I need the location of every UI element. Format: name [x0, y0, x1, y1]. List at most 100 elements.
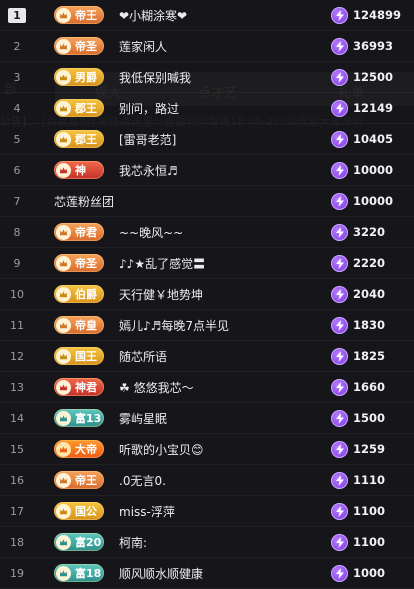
- rank-number: 18: [10, 535, 24, 549]
- badge-label: 帝圣: [75, 40, 97, 53]
- crown-emblem-icon: [56, 410, 71, 426]
- ranking-row[interactable]: 17 国公 miss-浮萍 1100: [0, 496, 414, 527]
- crown-emblem-icon: [56, 255, 71, 271]
- user-name[interactable]: [雷哥老范]: [119, 131, 176, 148]
- ranking-row[interactable]: 12 国王 随芯所语 1825: [0, 341, 414, 372]
- ranking-row[interactable]: 8 帝君 ~~晚风~~ 3220: [0, 217, 414, 248]
- ranking-row[interactable]: 4 郡王 别问，路过 12149: [0, 93, 414, 124]
- score-value: 1500: [353, 411, 386, 425]
- ranking-row[interactable]: 16 帝王 .0无言0. 1110: [0, 465, 414, 496]
- lightning-bolt-icon: [331, 285, 348, 303]
- ranking-row[interactable]: 5 郡王 [雷哥老范] 10405: [0, 124, 414, 155]
- lightning-bolt-icon: [331, 471, 348, 489]
- lightning-bolt-icon: [331, 223, 348, 241]
- noble-badge: 帝王: [54, 471, 104, 489]
- lightning-bolt-icon: [331, 564, 348, 582]
- rank-number: 4: [13, 101, 21, 115]
- user-name[interactable]: ~~晚风~~: [119, 224, 183, 241]
- rank-number: 19: [10, 566, 24, 580]
- user-name[interactable]: 嫣儿♪♬每晚7点半见: [119, 317, 229, 334]
- score-value: 1100: [353, 535, 386, 549]
- crown-emblem-icon: [56, 348, 71, 364]
- noble-badge: 帝圣: [54, 254, 104, 272]
- ranking-row[interactable]: 9 帝圣 ♪♪★乱了感觉〓 2220: [0, 248, 414, 279]
- score-value: 3220: [353, 225, 386, 239]
- score-value: 1100: [353, 504, 386, 518]
- rank-number: 6: [13, 163, 21, 177]
- noble-badge: 神君: [54, 378, 104, 396]
- ranking-row[interactable]: 1 帝王 ❤小糊涂寒❤ 124899: [0, 0, 414, 31]
- noble-badge: 富18: [54, 564, 104, 582]
- ranking-row[interactable]: 11 帝皇 嫣儿♪♬每晚7点半见 1830: [0, 310, 414, 341]
- user-name[interactable]: 听歌的小宝贝😊: [119, 441, 204, 458]
- contribution-score: 36993: [331, 37, 393, 55]
- lightning-bolt-icon: [331, 130, 348, 148]
- lightning-bolt-icon: [331, 254, 348, 272]
- lightning-bolt-icon: [331, 161, 348, 179]
- crown-emblem-icon: [56, 441, 71, 457]
- badge-label: 伯爵: [75, 288, 97, 301]
- score-value: 10000: [353, 163, 394, 177]
- ranking-row[interactable]: 3 男爵 我低保别喊我 12500: [0, 62, 414, 93]
- user-name[interactable]: 我芯永恒♬: [119, 162, 178, 179]
- ranking-row[interactable]: 2 帝圣 莲家闲人 36993: [0, 31, 414, 62]
- crown-emblem-icon: [56, 100, 71, 116]
- contribution-score: 10000: [331, 192, 393, 210]
- contribution-score: 1830: [331, 316, 386, 334]
- badge-label: 男爵: [75, 71, 97, 84]
- lightning-bolt-icon: [331, 533, 348, 551]
- noble-badge: 帝圣: [54, 37, 104, 55]
- rank-number: 12: [10, 349, 24, 363]
- badge-label: 帝王: [75, 474, 97, 487]
- user-name[interactable]: .0无言0.: [119, 472, 166, 489]
- user-name[interactable]: 雾屿星眠: [119, 410, 167, 427]
- user-name[interactable]: miss-浮萍: [119, 503, 175, 520]
- ranking-row[interactable]: 18 富20 柯南: 1100: [0, 527, 414, 558]
- score-value: 12500: [353, 70, 394, 84]
- rank-number: 7: [13, 194, 21, 208]
- user-name[interactable]: ♪♪★乱了感觉〓: [119, 255, 205, 272]
- contribution-score: 124899: [331, 6, 401, 24]
- contribution-score: 12500: [331, 68, 394, 86]
- crown-emblem-icon: [56, 317, 71, 333]
- ranking-row[interactable]: 15 大帝 听歌的小宝贝😊 1259: [0, 434, 414, 465]
- noble-badge: 伯爵: [54, 285, 104, 303]
- contribution-score: 1100: [331, 533, 386, 551]
- rank-number: 5: [13, 132, 21, 146]
- ranking-row[interactable]: 13 神君 ☘ 悠悠我芯～ 1660: [0, 372, 414, 403]
- badge-label: 郡王: [75, 102, 97, 115]
- rank-number: 3: [13, 70, 21, 84]
- badge-label: 富13: [75, 412, 102, 425]
- score-value: 1110: [353, 473, 386, 487]
- rank-number: 13: [10, 380, 24, 394]
- user-name[interactable]: 莲家闲人: [119, 38, 167, 55]
- contribution-score: 10000: [331, 161, 394, 179]
- score-value: 1259: [353, 442, 386, 456]
- noble-badge: 帝皇: [54, 316, 104, 334]
- user-name[interactable]: ❤小糊涂寒❤: [119, 7, 187, 24]
- ranking-row[interactable]: 19 富18 顺风顺水顺健康 1000: [0, 558, 414, 589]
- lightning-bolt-icon: [331, 409, 348, 427]
- contribution-score: 10405: [331, 130, 393, 148]
- user-name[interactable]: 柯南:: [119, 534, 147, 551]
- ranking-row[interactable]: 6 神 我芯永恒♬ 10000: [0, 155, 414, 186]
- ranking-row[interactable]: 14 富13 雾屿星眠 1500: [0, 403, 414, 434]
- badge-label: 帝君: [75, 226, 97, 239]
- user-name[interactable]: 别问，路过: [119, 100, 179, 117]
- noble-badge: 富13: [54, 409, 104, 427]
- score-value: 1830: [353, 318, 386, 332]
- user-name[interactable]: 顺风顺水顺健康: [119, 565, 203, 582]
- user-name[interactable]: 随芯所语: [119, 348, 167, 365]
- score-value: 12149: [353, 101, 394, 115]
- crown-emblem-icon: [56, 379, 71, 395]
- contribution-score: 1500: [331, 409, 386, 427]
- badge-label: 帝王: [75, 9, 97, 22]
- ranking-row[interactable]: 7 芯莲粉丝团 10000: [0, 186, 414, 217]
- badge-label: 大帝: [75, 443, 97, 456]
- user-name[interactable]: ☘ 悠悠我芯～: [119, 379, 194, 396]
- badge-label: 富20: [75, 536, 102, 549]
- user-name[interactable]: 天行健￥地势坤: [119, 286, 203, 303]
- ranking-row[interactable]: 10 伯爵 天行健￥地势坤 2040: [0, 279, 414, 310]
- user-name[interactable]: 我低保别喊我: [119, 69, 191, 86]
- user-name[interactable]: 芯莲粉丝团: [54, 193, 114, 210]
